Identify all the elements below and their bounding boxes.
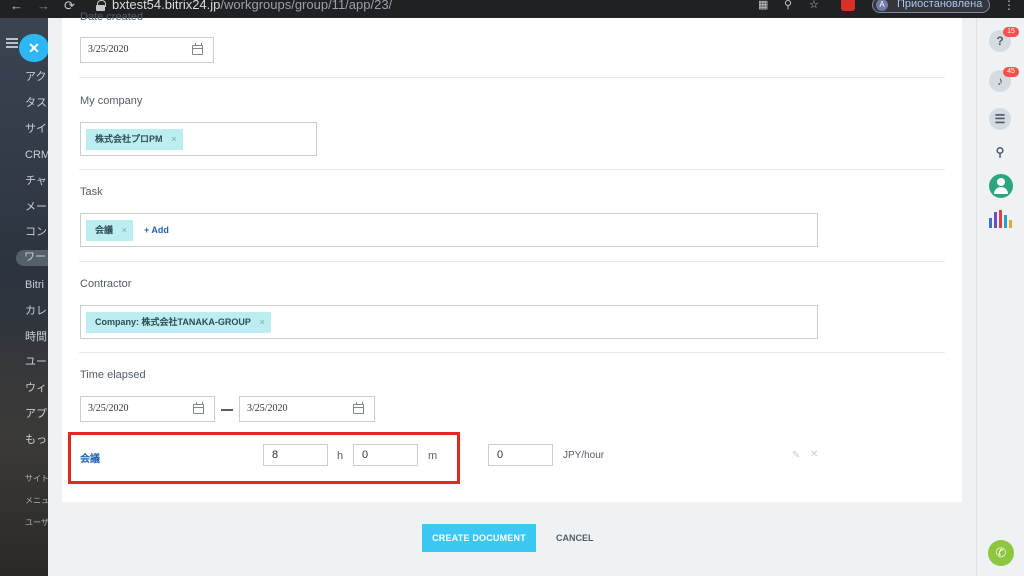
menu-item-crm[interactable]: CRM [25, 148, 48, 162]
my-company-tag[interactable]: 株式会社プロPM × [86, 129, 183, 150]
form-card: Date created 3/25/2020 My company 株式会社プロ… [62, 11, 962, 502]
task-selector[interactable]: 会議 × + Add [80, 213, 818, 247]
my-company-label: My company [80, 95, 143, 107]
lock-icon[interactable] [96, 0, 106, 11]
menu-item-calendar[interactable]: カレ [25, 304, 47, 318]
menu-item-contacts[interactable]: コン [25, 225, 47, 239]
menu-item-users[interactable]: ユー [25, 355, 47, 369]
tag-remove-icon[interactable]: × [260, 312, 265, 333]
time-elapsed-to-value: 3/25/2020 [247, 403, 288, 414]
highlight-box [68, 432, 460, 484]
time-elapsed-from-input[interactable]: 3/25/2020 [80, 396, 215, 422]
menu-item-menu-settings[interactable]: メニュ [25, 494, 48, 508]
task-tag-label: 会議 [95, 225, 114, 235]
rate-input[interactable]: 0 [488, 444, 553, 466]
close-slider-icon[interactable]: ✕ [19, 34, 48, 62]
menu-item-apps[interactable]: アプ [25, 407, 47, 421]
rate-unit: JPY/hour [563, 450, 605, 461]
reload-icon[interactable]: ⟳ [64, 0, 75, 14]
forward-arrow-icon[interactable]: → [37, 0, 50, 14]
url-path: /workgroups/group/11/app/23/ [220, 0, 393, 12]
my-company-selector[interactable]: 株式会社プロPM × [80, 122, 317, 156]
menu-item-time[interactable]: 時間 [25, 330, 47, 344]
calendar-icon[interactable] [193, 402, 204, 414]
date-created-input[interactable]: 3/25/2020 [80, 37, 214, 63]
browser-menu-icon[interactable]: ⋮ [1003, 0, 1015, 11]
menu-item-site-map[interactable]: サイト [25, 472, 48, 486]
browser-toolbar: ← → ⟳ bxtest54.bitrix24.jp/workgroups/gr… [0, 0, 1024, 18]
contractor-selector[interactable]: Company: 株式会社TANAKA-GROUP × [80, 305, 818, 339]
divider [79, 261, 945, 262]
search-icon: ⚲ [995, 145, 1005, 159]
menu-item-activity[interactable]: アク [25, 70, 46, 84]
task-label: Task [80, 186, 103, 198]
delete-row-icon[interactable]: ✕ [810, 449, 818, 460]
address-bar[interactable]: bxtest54.bitrix24.jp/workgroups/group/11… [112, 0, 392, 12]
menu-item-widgets[interactable]: ウィ [25, 381, 47, 395]
divider [79, 169, 945, 170]
back-arrow-icon[interactable]: ← [10, 0, 23, 14]
tag-remove-icon[interactable]: × [171, 129, 176, 150]
add-task-link[interactable]: + Add [144, 220, 169, 241]
time-elapsed-to-input[interactable]: 3/25/2020 [239, 396, 375, 422]
user-avatar[interactable] [989, 174, 1013, 198]
menu-item-more[interactable]: もっ [25, 433, 47, 447]
menu-item-mail[interactable]: メー [25, 200, 47, 214]
my-company-tag-label: 株式会社プロPM [95, 134, 163, 144]
notifications-button[interactable]: ♪ 45 [989, 67, 1019, 92]
contractor-label: Contractor [80, 278, 132, 290]
menu-item-bitrix[interactable]: Bitri [25, 278, 44, 292]
task-tag[interactable]: 会議 × [86, 220, 134, 241]
date-created-label: Date created [80, 11, 143, 23]
chat-icon: ☰ [994, 112, 1006, 126]
left-menu: ✕ アク タス サイ CRM チャ メー コン ワー Bitri カレ 時間 ユ… [0, 18, 48, 576]
extension-icon[interactable] [841, 0, 855, 11]
create-document-button[interactable]: CREATE DOCUMENT [422, 524, 536, 552]
calendar-icon[interactable] [353, 402, 364, 414]
menu-item-user-invite[interactable]: ユーザ [25, 516, 48, 530]
contractor-tag-label: Company: 株式会社TANAKA-GROUP [95, 317, 251, 327]
profile-avatar: A [876, 0, 888, 11]
search-button[interactable]: ⚲ [989, 141, 1011, 163]
cancel-button[interactable]: CANCEL [556, 524, 594, 552]
notifications-badge: 45 [1003, 67, 1019, 77]
right-panel: ? 15 ♪ 45 ☰ ⚲ ✆ [976, 18, 1024, 576]
messenger-button[interactable]: ☰ [989, 108, 1011, 130]
divider [79, 77, 945, 78]
date-created-value: 3/25/2020 [88, 44, 129, 55]
help-button[interactable]: ? 15 [989, 27, 1019, 52]
translate-icon[interactable]: ▦ [758, 0, 768, 12]
time-elapsed-from-value: 3/25/2020 [88, 403, 129, 414]
profile-chip[interactable]: A Приостановлена [872, 0, 990, 13]
divider [79, 352, 945, 353]
menu-burger-icon[interactable] [6, 38, 18, 48]
time-elapsed-label: Time elapsed [80, 369, 146, 381]
zoom-icon[interactable]: ⚲ [784, 0, 792, 12]
bookmark-star-icon[interactable]: ☆ [809, 0, 819, 12]
date-range-dash [221, 409, 233, 411]
help-badge: 15 [1003, 27, 1019, 37]
menu-item-tasks[interactable]: タス [25, 96, 47, 110]
profile-status: Приостановлена [897, 0, 983, 10]
menu-item-workgroups[interactable]: ワー [16, 250, 48, 266]
menu-item-chat[interactable]: チャ [25, 174, 47, 188]
team-logo-icon[interactable] [989, 210, 1013, 228]
phone-icon[interactable]: ✆ [988, 540, 1014, 566]
calendar-icon[interactable] [192, 43, 203, 55]
edit-pencil-icon[interactable]: ✎ [792, 450, 800, 461]
menu-item-sites[interactable]: サイ [25, 122, 47, 136]
document-slider: Date created 3/25/2020 My company 株式会社プロ… [48, 11, 976, 576]
contractor-tag[interactable]: Company: 株式会社TANAKA-GROUP × [86, 312, 271, 333]
tag-remove-icon[interactable]: × [122, 220, 127, 241]
rate-value: 0 [497, 449, 504, 461]
